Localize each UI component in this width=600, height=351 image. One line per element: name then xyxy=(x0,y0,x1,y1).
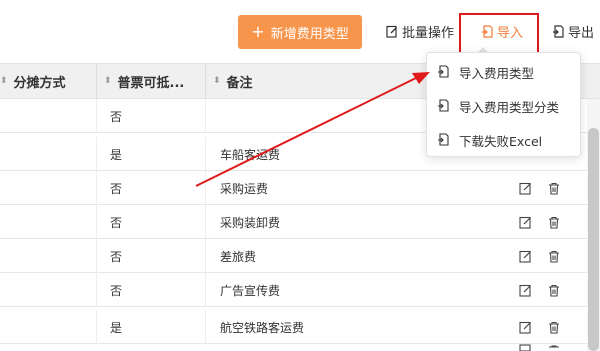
annotation-arrow xyxy=(195,72,430,187)
